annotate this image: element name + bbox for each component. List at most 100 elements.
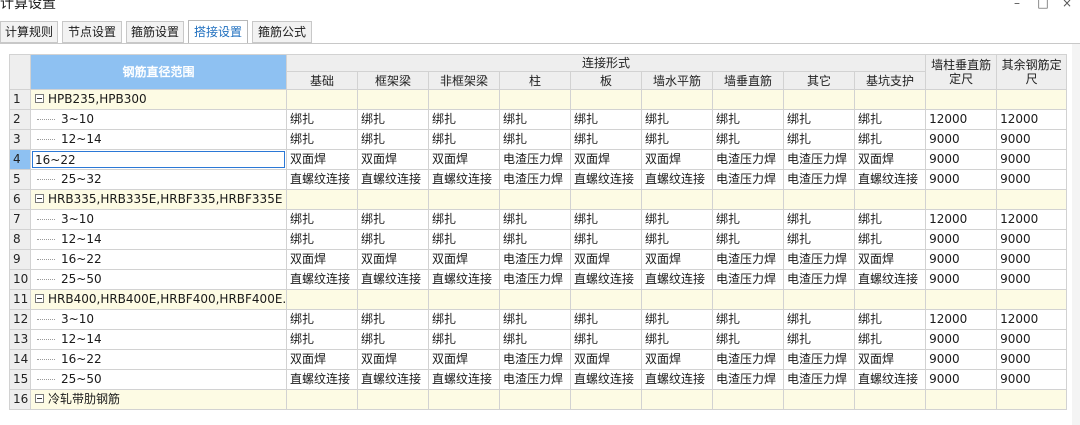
connection-cell[interactable]: 双面焊	[428, 249, 500, 270]
column-header[interactable]: 框架梁	[357, 71, 429, 90]
connection-cell[interactable]: 电渣压力焊	[712, 169, 784, 190]
range-cell[interactable]: 12~14	[30, 129, 287, 150]
range-cell[interactable]: 3~10	[30, 309, 287, 330]
connection-cell[interactable]: 绑扎	[499, 109, 571, 130]
connection-cell[interactable]: 绑扎	[286, 229, 358, 250]
connection-cell[interactable]	[428, 189, 500, 210]
connection-cell[interactable]	[286, 389, 358, 410]
connection-cell[interactable]: 电渣压力焊	[712, 149, 784, 170]
connection-cell[interactable]: 绑扎	[286, 109, 358, 130]
group-row[interactable]: 1 HPB235,HPB300	[9, 89, 1068, 110]
stock-length-cell[interactable]: 9000	[996, 269, 1068, 290]
range-cell[interactable]: 3~10	[30, 109, 287, 130]
connection-cell[interactable]	[499, 89, 571, 110]
group-label-cell[interactable]: HRB335,HRB335E,HRBF335,HRBF335E	[30, 189, 287, 210]
connection-cell[interactable]: 绑扎	[286, 209, 358, 230]
table-row[interactable]: 2 3~10 绑扎 绑扎 绑扎 绑扎 绑扎 绑扎 绑扎 绑扎 绑扎 12000 12000	[9, 109, 1068, 130]
connection-cell[interactable]: 绑扎	[712, 309, 784, 330]
connection-cell[interactable]: 绑扎	[641, 209, 713, 230]
connection-cell[interactable]: 双面焊	[570, 149, 642, 170]
tab-node-settings[interactable]: 节点设置	[62, 21, 122, 43]
row-number[interactable]: 9	[9, 249, 31, 270]
connection-cell[interactable]	[712, 289, 784, 310]
connection-cell[interactable]: 电渣压力焊	[712, 369, 784, 390]
connection-cell[interactable]: 直螺纹连接	[641, 169, 713, 190]
connection-cell[interactable]: 直螺纹连接	[286, 169, 358, 190]
connection-cell[interactable]: 绑扎	[712, 329, 784, 350]
row-number[interactable]: 16	[9, 389, 31, 410]
connection-cell[interactable]: 绑扎	[357, 229, 429, 250]
stock-length-cell[interactable]: 9000	[925, 369, 998, 390]
connection-cell[interactable]: 绑扎	[286, 309, 358, 330]
range-header[interactable]: 钢筋直径范围	[30, 54, 287, 90]
connection-cell[interactable]: 绑扎	[499, 309, 571, 330]
row-number[interactable]: 4	[9, 149, 31, 170]
connection-cell[interactable]: 绑扎	[499, 209, 571, 230]
group-row[interactable]: 11 HRB400,HRB400E,HRBF400,HRBF400E...	[9, 289, 1068, 310]
connection-cell[interactable]	[783, 189, 855, 210]
stock-length-cell[interactable]: 9000	[996, 169, 1068, 190]
connection-cell[interactable]: 电渣压力焊	[499, 269, 571, 290]
connection-cell[interactable]	[783, 289, 855, 310]
tab-lap-settings[interactable]: 搭接设置	[188, 20, 248, 44]
connection-cell[interactable]	[570, 89, 642, 110]
connection-cell[interactable]: 绑扎	[853, 209, 927, 230]
row-number[interactable]: 2	[9, 109, 31, 130]
stock-length-cell[interactable]: 12000	[925, 209, 998, 230]
connection-cell[interactable]	[357, 389, 429, 410]
connection-cell[interactable]: 绑扎	[570, 309, 642, 330]
stock-length-cell[interactable]: 9000	[996, 129, 1068, 150]
connection-cell[interactable]: 绑扎	[428, 309, 500, 330]
table-row[interactable]: 5 25~32 直螺纹连接 直螺纹连接 直螺纹连接 电渣压力焊 直螺纹连接 直螺纹连接 电渣压力…	[9, 169, 1068, 190]
connection-cell[interactable]	[570, 189, 642, 210]
stock-length-cell[interactable]: 9000	[996, 149, 1068, 170]
connection-cell[interactable]	[428, 389, 500, 410]
connection-cell[interactable]: 绑扎	[641, 229, 713, 250]
connection-cell[interactable]	[853, 289, 927, 310]
group-label-cell[interactable]: HRB400,HRB400E,HRBF400,HRBF400E...	[30, 289, 287, 310]
connection-cell[interactable]: 双面焊	[357, 249, 429, 270]
stock-length-cell[interactable]: 12000	[996, 209, 1068, 230]
column-header[interactable]: 其它	[783, 71, 855, 90]
connection-cell[interactable]	[428, 289, 500, 310]
row-number[interactable]: 14	[9, 349, 31, 370]
stock-length-cell[interactable]: 9000	[996, 229, 1068, 250]
connection-cell[interactable]: 直螺纹连接	[853, 169, 927, 190]
column-header[interactable]: 基础	[286, 71, 358, 90]
row-number[interactable]: 12	[9, 309, 31, 330]
connection-cell[interactable]: 绑扎	[853, 329, 927, 350]
stock-length-cell[interactable]: 9000	[925, 269, 998, 290]
connection-cell[interactable]: 直螺纹连接	[641, 269, 713, 290]
connection-cell[interactable]: 双面焊	[286, 249, 358, 270]
stock-length-cell[interactable]	[996, 189, 1068, 210]
minimize-icon[interactable]: –	[1010, 0, 1024, 10]
connection-cell[interactable]: 双面焊	[641, 349, 713, 370]
connection-cell[interactable]: 绑扎	[357, 129, 429, 150]
connection-cell[interactable]	[357, 89, 429, 110]
connection-cell[interactable]: 绑扎	[641, 109, 713, 130]
connection-cell[interactable]: 双面焊	[853, 349, 927, 370]
column-header[interactable]: 柱	[499, 71, 571, 90]
collapse-icon[interactable]	[35, 394, 44, 403]
connection-cell[interactable]: 绑扎	[712, 109, 784, 130]
connection-cell[interactable]: 双面焊	[853, 249, 927, 270]
connection-cell[interactable]: 直螺纹连接	[357, 169, 429, 190]
row-number[interactable]: 15	[9, 369, 31, 390]
connection-cell[interactable]: 直螺纹连接	[853, 369, 927, 390]
connection-cell[interactable]: 绑扎	[641, 329, 713, 350]
connection-cell[interactable]: 双面焊	[570, 349, 642, 370]
range-cell[interactable]: 25~32	[30, 169, 287, 190]
connection-cell[interactable]	[783, 89, 855, 110]
stock-length-cell[interactable]: 9000	[925, 229, 998, 250]
connection-cell[interactable]: 直螺纹连接	[641, 369, 713, 390]
vertical-scrollbar[interactable]	[1072, 44, 1080, 425]
stock-length-cell[interactable]: 9000	[996, 329, 1068, 350]
connection-cell[interactable]: 绑扎	[286, 329, 358, 350]
connection-cell[interactable]: 绑扎	[783, 329, 855, 350]
stock-length-cell[interactable]: 9000	[996, 369, 1068, 390]
connection-cell[interactable]: 绑扎	[499, 229, 571, 250]
connection-cell[interactable]	[286, 189, 358, 210]
connection-cell[interactable]: 双面焊	[428, 349, 500, 370]
range-cell[interactable]: 16~22	[30, 349, 287, 370]
connection-cell[interactable]: 电渣压力焊	[499, 149, 571, 170]
